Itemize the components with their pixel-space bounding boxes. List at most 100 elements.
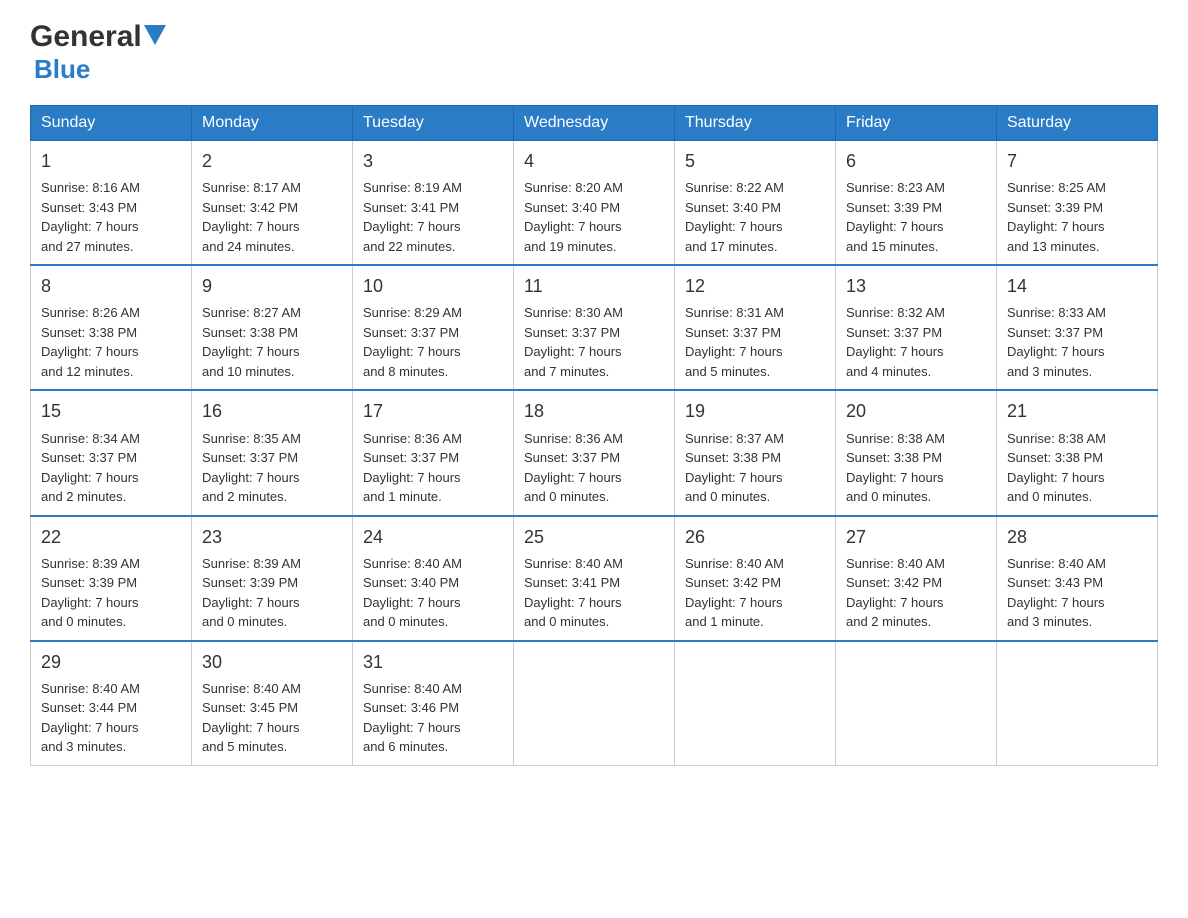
day-info: Sunrise: 8:38 AMSunset: 3:38 PMDaylight:… [846, 431, 945, 505]
day-number: 24 [363, 525, 503, 550]
calendar-day-header: Friday [836, 106, 997, 141]
day-number: 6 [846, 149, 986, 174]
calendar-day-cell: 11 Sunrise: 8:30 AMSunset: 3:37 PMDaylig… [514, 265, 675, 390]
calendar-day-cell: 18 Sunrise: 8:36 AMSunset: 3:37 PMDaylig… [514, 390, 675, 515]
day-info: Sunrise: 8:27 AMSunset: 3:38 PMDaylight:… [202, 305, 301, 379]
calendar-day-cell [836, 641, 997, 766]
calendar-day-cell: 30 Sunrise: 8:40 AMSunset: 3:45 PMDaylig… [192, 641, 353, 766]
calendar-day-cell: 3 Sunrise: 8:19 AMSunset: 3:41 PMDayligh… [353, 141, 514, 266]
day-info: Sunrise: 8:17 AMSunset: 3:42 PMDaylight:… [202, 180, 301, 254]
calendar-day-cell: 9 Sunrise: 8:27 AMSunset: 3:38 PMDayligh… [192, 265, 353, 390]
calendar-day-header: Tuesday [353, 106, 514, 141]
calendar-day-cell: 7 Sunrise: 8:25 AMSunset: 3:39 PMDayligh… [997, 141, 1158, 266]
day-info: Sunrise: 8:16 AMSunset: 3:43 PMDaylight:… [41, 180, 140, 254]
day-info: Sunrise: 8:23 AMSunset: 3:39 PMDaylight:… [846, 180, 945, 254]
day-info: Sunrise: 8:20 AMSunset: 3:40 PMDaylight:… [524, 180, 623, 254]
calendar-day-cell: 14 Sunrise: 8:33 AMSunset: 3:37 PMDaylig… [997, 265, 1158, 390]
calendar-day-cell: 2 Sunrise: 8:17 AMSunset: 3:42 PMDayligh… [192, 141, 353, 266]
day-info: Sunrise: 8:40 AMSunset: 3:41 PMDaylight:… [524, 556, 623, 630]
calendar-day-cell: 25 Sunrise: 8:40 AMSunset: 3:41 PMDaylig… [514, 516, 675, 641]
day-number: 8 [41, 274, 181, 299]
day-info: Sunrise: 8:40 AMSunset: 3:44 PMDaylight:… [41, 681, 140, 755]
logo: General Blue [30, 20, 166, 85]
calendar-day-cell: 16 Sunrise: 8:35 AMSunset: 3:37 PMDaylig… [192, 390, 353, 515]
calendar-week-row: 8 Sunrise: 8:26 AMSunset: 3:38 PMDayligh… [31, 265, 1158, 390]
calendar-day-cell: 20 Sunrise: 8:38 AMSunset: 3:38 PMDaylig… [836, 390, 997, 515]
day-number: 9 [202, 274, 342, 299]
day-number: 10 [363, 274, 503, 299]
day-number: 4 [524, 149, 664, 174]
day-info: Sunrise: 8:31 AMSunset: 3:37 PMDaylight:… [685, 305, 784, 379]
calendar-day-cell: 8 Sunrise: 8:26 AMSunset: 3:38 PMDayligh… [31, 265, 192, 390]
calendar-day-cell [997, 641, 1158, 766]
day-number: 22 [41, 525, 181, 550]
day-info: Sunrise: 8:33 AMSunset: 3:37 PMDaylight:… [1007, 305, 1106, 379]
calendar-day-cell: 4 Sunrise: 8:20 AMSunset: 3:40 PMDayligh… [514, 141, 675, 266]
logo-general-text: General [30, 20, 142, 54]
day-number: 27 [846, 525, 986, 550]
day-info: Sunrise: 8:25 AMSunset: 3:39 PMDaylight:… [1007, 180, 1106, 254]
day-number: 20 [846, 399, 986, 424]
calendar-day-cell: 17 Sunrise: 8:36 AMSunset: 3:37 PMDaylig… [353, 390, 514, 515]
day-number: 5 [685, 149, 825, 174]
logo-triangle-icon [144, 25, 166, 45]
day-number: 14 [1007, 274, 1147, 299]
calendar-day-cell: 22 Sunrise: 8:39 AMSunset: 3:39 PMDaylig… [31, 516, 192, 641]
calendar-table: SundayMondayTuesdayWednesdayThursdayFrid… [30, 105, 1158, 766]
day-number: 25 [524, 525, 664, 550]
day-number: 2 [202, 149, 342, 174]
day-info: Sunrise: 8:34 AMSunset: 3:37 PMDaylight:… [41, 431, 140, 505]
day-number: 29 [41, 650, 181, 675]
calendar-day-cell: 23 Sunrise: 8:39 AMSunset: 3:39 PMDaylig… [192, 516, 353, 641]
calendar-day-cell: 29 Sunrise: 8:40 AMSunset: 3:44 PMDaylig… [31, 641, 192, 766]
day-info: Sunrise: 8:39 AMSunset: 3:39 PMDaylight:… [41, 556, 140, 630]
day-number: 17 [363, 399, 503, 424]
day-info: Sunrise: 8:40 AMSunset: 3:45 PMDaylight:… [202, 681, 301, 755]
day-info: Sunrise: 8:22 AMSunset: 3:40 PMDaylight:… [685, 180, 784, 254]
day-number: 7 [1007, 149, 1147, 174]
calendar-day-cell: 15 Sunrise: 8:34 AMSunset: 3:37 PMDaylig… [31, 390, 192, 515]
calendar-day-cell: 6 Sunrise: 8:23 AMSunset: 3:39 PMDayligh… [836, 141, 997, 266]
calendar-week-row: 1 Sunrise: 8:16 AMSunset: 3:43 PMDayligh… [31, 141, 1158, 266]
calendar-day-cell: 21 Sunrise: 8:38 AMSunset: 3:38 PMDaylig… [997, 390, 1158, 515]
day-info: Sunrise: 8:26 AMSunset: 3:38 PMDaylight:… [41, 305, 140, 379]
day-number: 3 [363, 149, 503, 174]
day-info: Sunrise: 8:35 AMSunset: 3:37 PMDaylight:… [202, 431, 301, 505]
day-info: Sunrise: 8:30 AMSunset: 3:37 PMDaylight:… [524, 305, 623, 379]
day-number: 12 [685, 274, 825, 299]
day-info: Sunrise: 8:40 AMSunset: 3:43 PMDaylight:… [1007, 556, 1106, 630]
calendar-day-cell: 19 Sunrise: 8:37 AMSunset: 3:38 PMDaylig… [675, 390, 836, 515]
calendar-day-cell: 27 Sunrise: 8:40 AMSunset: 3:42 PMDaylig… [836, 516, 997, 641]
day-number: 31 [363, 650, 503, 675]
calendar-day-cell: 31 Sunrise: 8:40 AMSunset: 3:46 PMDaylig… [353, 641, 514, 766]
calendar-day-cell: 26 Sunrise: 8:40 AMSunset: 3:42 PMDaylig… [675, 516, 836, 641]
day-number: 13 [846, 274, 986, 299]
calendar-day-header: Saturday [997, 106, 1158, 141]
day-number: 16 [202, 399, 342, 424]
calendar-day-header: Monday [192, 106, 353, 141]
calendar-day-cell: 10 Sunrise: 8:29 AMSunset: 3:37 PMDaylig… [353, 265, 514, 390]
day-number: 1 [41, 149, 181, 174]
page-header: General Blue [30, 20, 1158, 85]
day-number: 28 [1007, 525, 1147, 550]
day-info: Sunrise: 8:36 AMSunset: 3:37 PMDaylight:… [363, 431, 462, 505]
logo-blue-text: Blue [34, 54, 90, 85]
day-number: 23 [202, 525, 342, 550]
day-info: Sunrise: 8:36 AMSunset: 3:37 PMDaylight:… [524, 431, 623, 505]
day-number: 19 [685, 399, 825, 424]
calendar-week-row: 22 Sunrise: 8:39 AMSunset: 3:39 PMDaylig… [31, 516, 1158, 641]
day-info: Sunrise: 8:40 AMSunset: 3:40 PMDaylight:… [363, 556, 462, 630]
calendar-header-row: SundayMondayTuesdayWednesdayThursdayFrid… [31, 106, 1158, 141]
calendar-day-cell [514, 641, 675, 766]
day-number: 15 [41, 399, 181, 424]
day-info: Sunrise: 8:19 AMSunset: 3:41 PMDaylight:… [363, 180, 462, 254]
calendar-day-header: Thursday [675, 106, 836, 141]
day-number: 11 [524, 274, 664, 299]
day-number: 30 [202, 650, 342, 675]
calendar-week-row: 15 Sunrise: 8:34 AMSunset: 3:37 PMDaylig… [31, 390, 1158, 515]
calendar-day-cell: 12 Sunrise: 8:31 AMSunset: 3:37 PMDaylig… [675, 265, 836, 390]
calendar-day-cell: 13 Sunrise: 8:32 AMSunset: 3:37 PMDaylig… [836, 265, 997, 390]
calendar-week-row: 29 Sunrise: 8:40 AMSunset: 3:44 PMDaylig… [31, 641, 1158, 766]
calendar-day-cell: 5 Sunrise: 8:22 AMSunset: 3:40 PMDayligh… [675, 141, 836, 266]
day-info: Sunrise: 8:40 AMSunset: 3:42 PMDaylight:… [685, 556, 784, 630]
